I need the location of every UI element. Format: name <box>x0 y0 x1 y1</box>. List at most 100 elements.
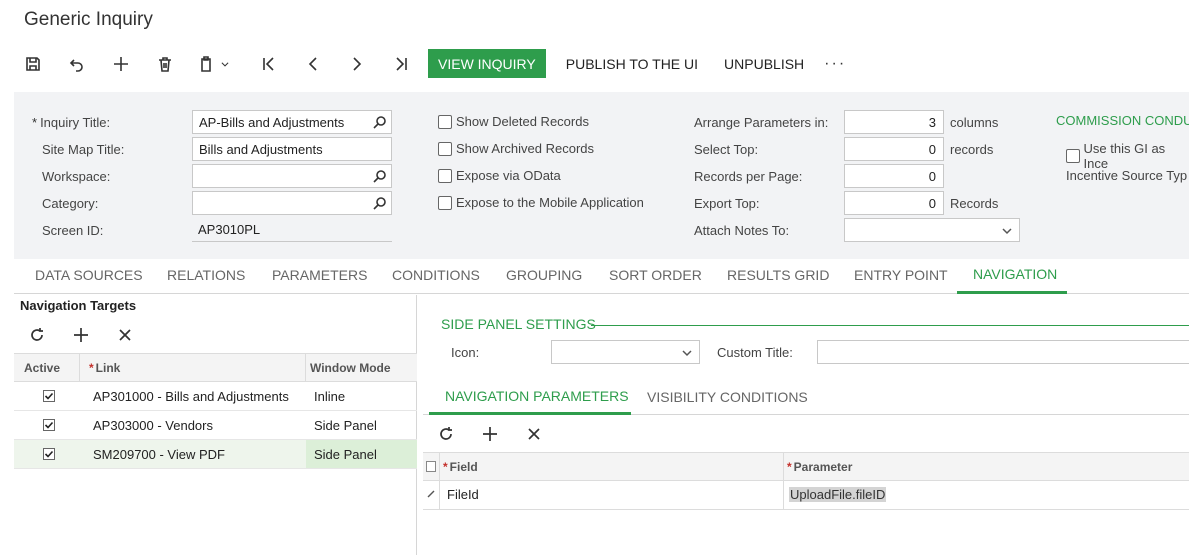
tab-navigation-parameters[interactable]: NAVIGATION PARAMETERS <box>445 388 629 404</box>
search-icon[interactable] <box>373 169 387 183</box>
attach-notes-label: Attach Notes To: <box>694 223 790 238</box>
page-title: Generic Inquiry <box>24 9 153 30</box>
table-row[interactable]: AP303000 - Vendors Side Panel <box>14 411 417 440</box>
use-gi-incentive-checkbox[interactable]: Use this GI as Ince <box>1066 141 1189 171</box>
checkbox-icon[interactable] <box>438 114 452 129</box>
nav-params-header: * Field * Parameter <box>423 452 1189 481</box>
undo-icon[interactable] <box>66 53 88 75</box>
first-record-icon[interactable] <box>258 53 280 75</box>
nav-params-toolbar <box>437 425 569 443</box>
unpublish-button[interactable]: UNPUBLISH <box>724 56 804 72</box>
export-top-field[interactable]: 0 <box>844 191 944 215</box>
tab-navigation[interactable]: NAVIGATION <box>973 266 1057 282</box>
checkbox-checked-icon[interactable] <box>43 390 55 402</box>
checkbox-icon[interactable] <box>438 168 452 183</box>
tab-relations[interactable]: RELATIONS <box>167 267 245 283</box>
commission-section-header: COMMISSION CONDU <box>1056 113 1189 128</box>
add-row-icon[interactable] <box>72 326 90 344</box>
main-toolbar: VIEW INQUIRY PUBLISH TO THE UI UNPUBLISH… <box>22 49 846 78</box>
delete-icon[interactable] <box>154 53 176 75</box>
tab-visibility-conditions[interactable]: VISIBILITY CONDITIONS <box>647 389 808 405</box>
expose-odata-checkbox[interactable]: Expose via OData <box>438 168 561 183</box>
inquiry-title-field[interactable]: AP-Bills and Adjustments <box>192 110 392 134</box>
workspace-field[interactable] <box>192 164 392 188</box>
search-icon[interactable] <box>373 115 387 129</box>
tab-sort-order[interactable]: SORT ORDER <box>609 267 702 283</box>
last-record-icon[interactable] <box>390 53 412 75</box>
icon-label: Icon: <box>451 345 480 360</box>
category-field[interactable] <box>192 191 392 215</box>
select-top-unit: records <box>950 142 994 157</box>
column-active[interactable]: Active <box>24 361 60 375</box>
custom-title-label: Custom Title: <box>717 345 793 360</box>
search-icon[interactable] <box>373 196 387 210</box>
tab-entry-point[interactable]: ENTRY POINT <box>854 267 948 283</box>
export-top-unit: Records <box>950 196 999 211</box>
checkbox-icon[interactable] <box>1066 149 1080 163</box>
copy-paste-icon[interactable] <box>198 53 234 75</box>
icon-select[interactable] <box>551 340 700 364</box>
column-field[interactable]: * Field <box>443 460 478 474</box>
refresh-icon[interactable] <box>437 425 455 443</box>
parameter-value[interactable]: UploadFile.fileID <box>789 487 887 502</box>
arrange-params-field[interactable]: 3 <box>844 110 944 134</box>
tab-bar: DATA SOURCES RELATIONS PARAMETERS CONDIT… <box>14 259 1189 294</box>
incentive-source-label: Incentive Source Typ <box>1066 168 1188 183</box>
refresh-icon[interactable] <box>28 326 46 344</box>
arrange-params-label: Arrange Parameters in: <box>694 115 829 130</box>
attach-notes-select[interactable] <box>844 218 1020 242</box>
inquiry-form: * Inquiry Title: AP-Bills and Adjustments… <box>14 92 1189 260</box>
tab-parameters[interactable]: PARAMETERS <box>272 267 367 283</box>
next-icon[interactable] <box>346 53 368 75</box>
nav-targets-header: Active * Link Window Mode <box>14 353 417 382</box>
add-row-icon[interactable] <box>481 425 499 443</box>
tab-grouping[interactable]: GROUPING <box>506 267 582 283</box>
custom-title-field[interactable] <box>817 340 1189 364</box>
records-per-page-label: Records per Page: <box>694 169 803 184</box>
publish-button[interactable]: PUBLISH TO THE UI <box>566 56 698 72</box>
row-selector-icon[interactable] <box>426 461 436 472</box>
delete-row-icon[interactable] <box>116 326 134 344</box>
workspace-label: Workspace: <box>42 169 111 184</box>
active-subtab-indicator <box>429 412 631 415</box>
arrange-params-unit: columns <box>950 115 999 130</box>
table-row-selected[interactable]: SM209700 - View PDF Side Panel <box>14 440 417 469</box>
records-per-page-field[interactable]: 0 <box>844 164 944 188</box>
tab-results-grid[interactable]: RESULTS GRID <box>727 267 829 283</box>
side-panel-settings-header: SIDE PANEL SETTINGS <box>441 316 596 332</box>
site-map-title-field[interactable]: Bills and Adjustments <box>192 137 392 161</box>
table-row[interactable]: AP301000 - Bills and Adjustments Inline <box>14 382 417 411</box>
export-top-label: Export Top: <box>694 196 760 211</box>
previous-icon[interactable] <box>302 53 324 75</box>
select-top-label: Select Top: <box>694 142 759 157</box>
subtab-bar: NAVIGATION PARAMETERS VISIBILITY CONDITI… <box>423 379 1189 415</box>
expose-mobile-checkbox[interactable]: Expose to the Mobile Application <box>438 195 644 210</box>
table-row[interactable]: FileId UploadFile.fileID <box>423 481 1189 510</box>
navigation-targets-panel: Navigation Targets Active * Link Window M… <box>14 295 417 555</box>
tab-data-sources[interactable]: DATA SOURCES <box>35 267 143 283</box>
column-link[interactable]: * Link <box>89 361 120 375</box>
show-deleted-checkbox[interactable]: Show Deleted Records <box>438 114 589 129</box>
view-inquiry-button[interactable]: VIEW INQUIRY <box>428 49 546 78</box>
show-archived-checkbox[interactable]: Show Archived Records <box>438 141 594 156</box>
checkbox-checked-icon[interactable] <box>43 419 55 431</box>
tab-conditions[interactable]: CONDITIONS <box>392 267 480 283</box>
section-divider <box>591 325 1189 326</box>
inquiry-title-value: AP-Bills and Adjustments <box>199 115 345 130</box>
column-window-mode[interactable]: Window Mode <box>310 361 391 375</box>
checkbox-icon[interactable] <box>438 195 452 210</box>
navigation-targets-title: Navigation Targets <box>20 298 137 313</box>
column-parameter[interactable]: * Parameter <box>787 460 852 474</box>
site-map-title-label: Site Map Title: <box>42 142 125 157</box>
site-map-title-value: Bills and Adjustments <box>199 142 323 157</box>
checkbox-checked-icon[interactable] <box>43 448 55 460</box>
save-icon[interactable] <box>22 53 44 75</box>
add-icon[interactable] <box>110 53 132 75</box>
navigation-details-panel: SIDE PANEL SETTINGS Icon: Custom Title: … <box>423 295 1189 555</box>
select-top-field[interactable]: 0 <box>844 137 944 161</box>
chevron-down-icon <box>1002 224 1012 235</box>
category-label: Category: <box>42 196 99 211</box>
delete-row-icon[interactable] <box>525 425 543 443</box>
more-actions-icon[interactable]: ··· <box>824 55 846 73</box>
checkbox-icon[interactable] <box>438 141 452 156</box>
